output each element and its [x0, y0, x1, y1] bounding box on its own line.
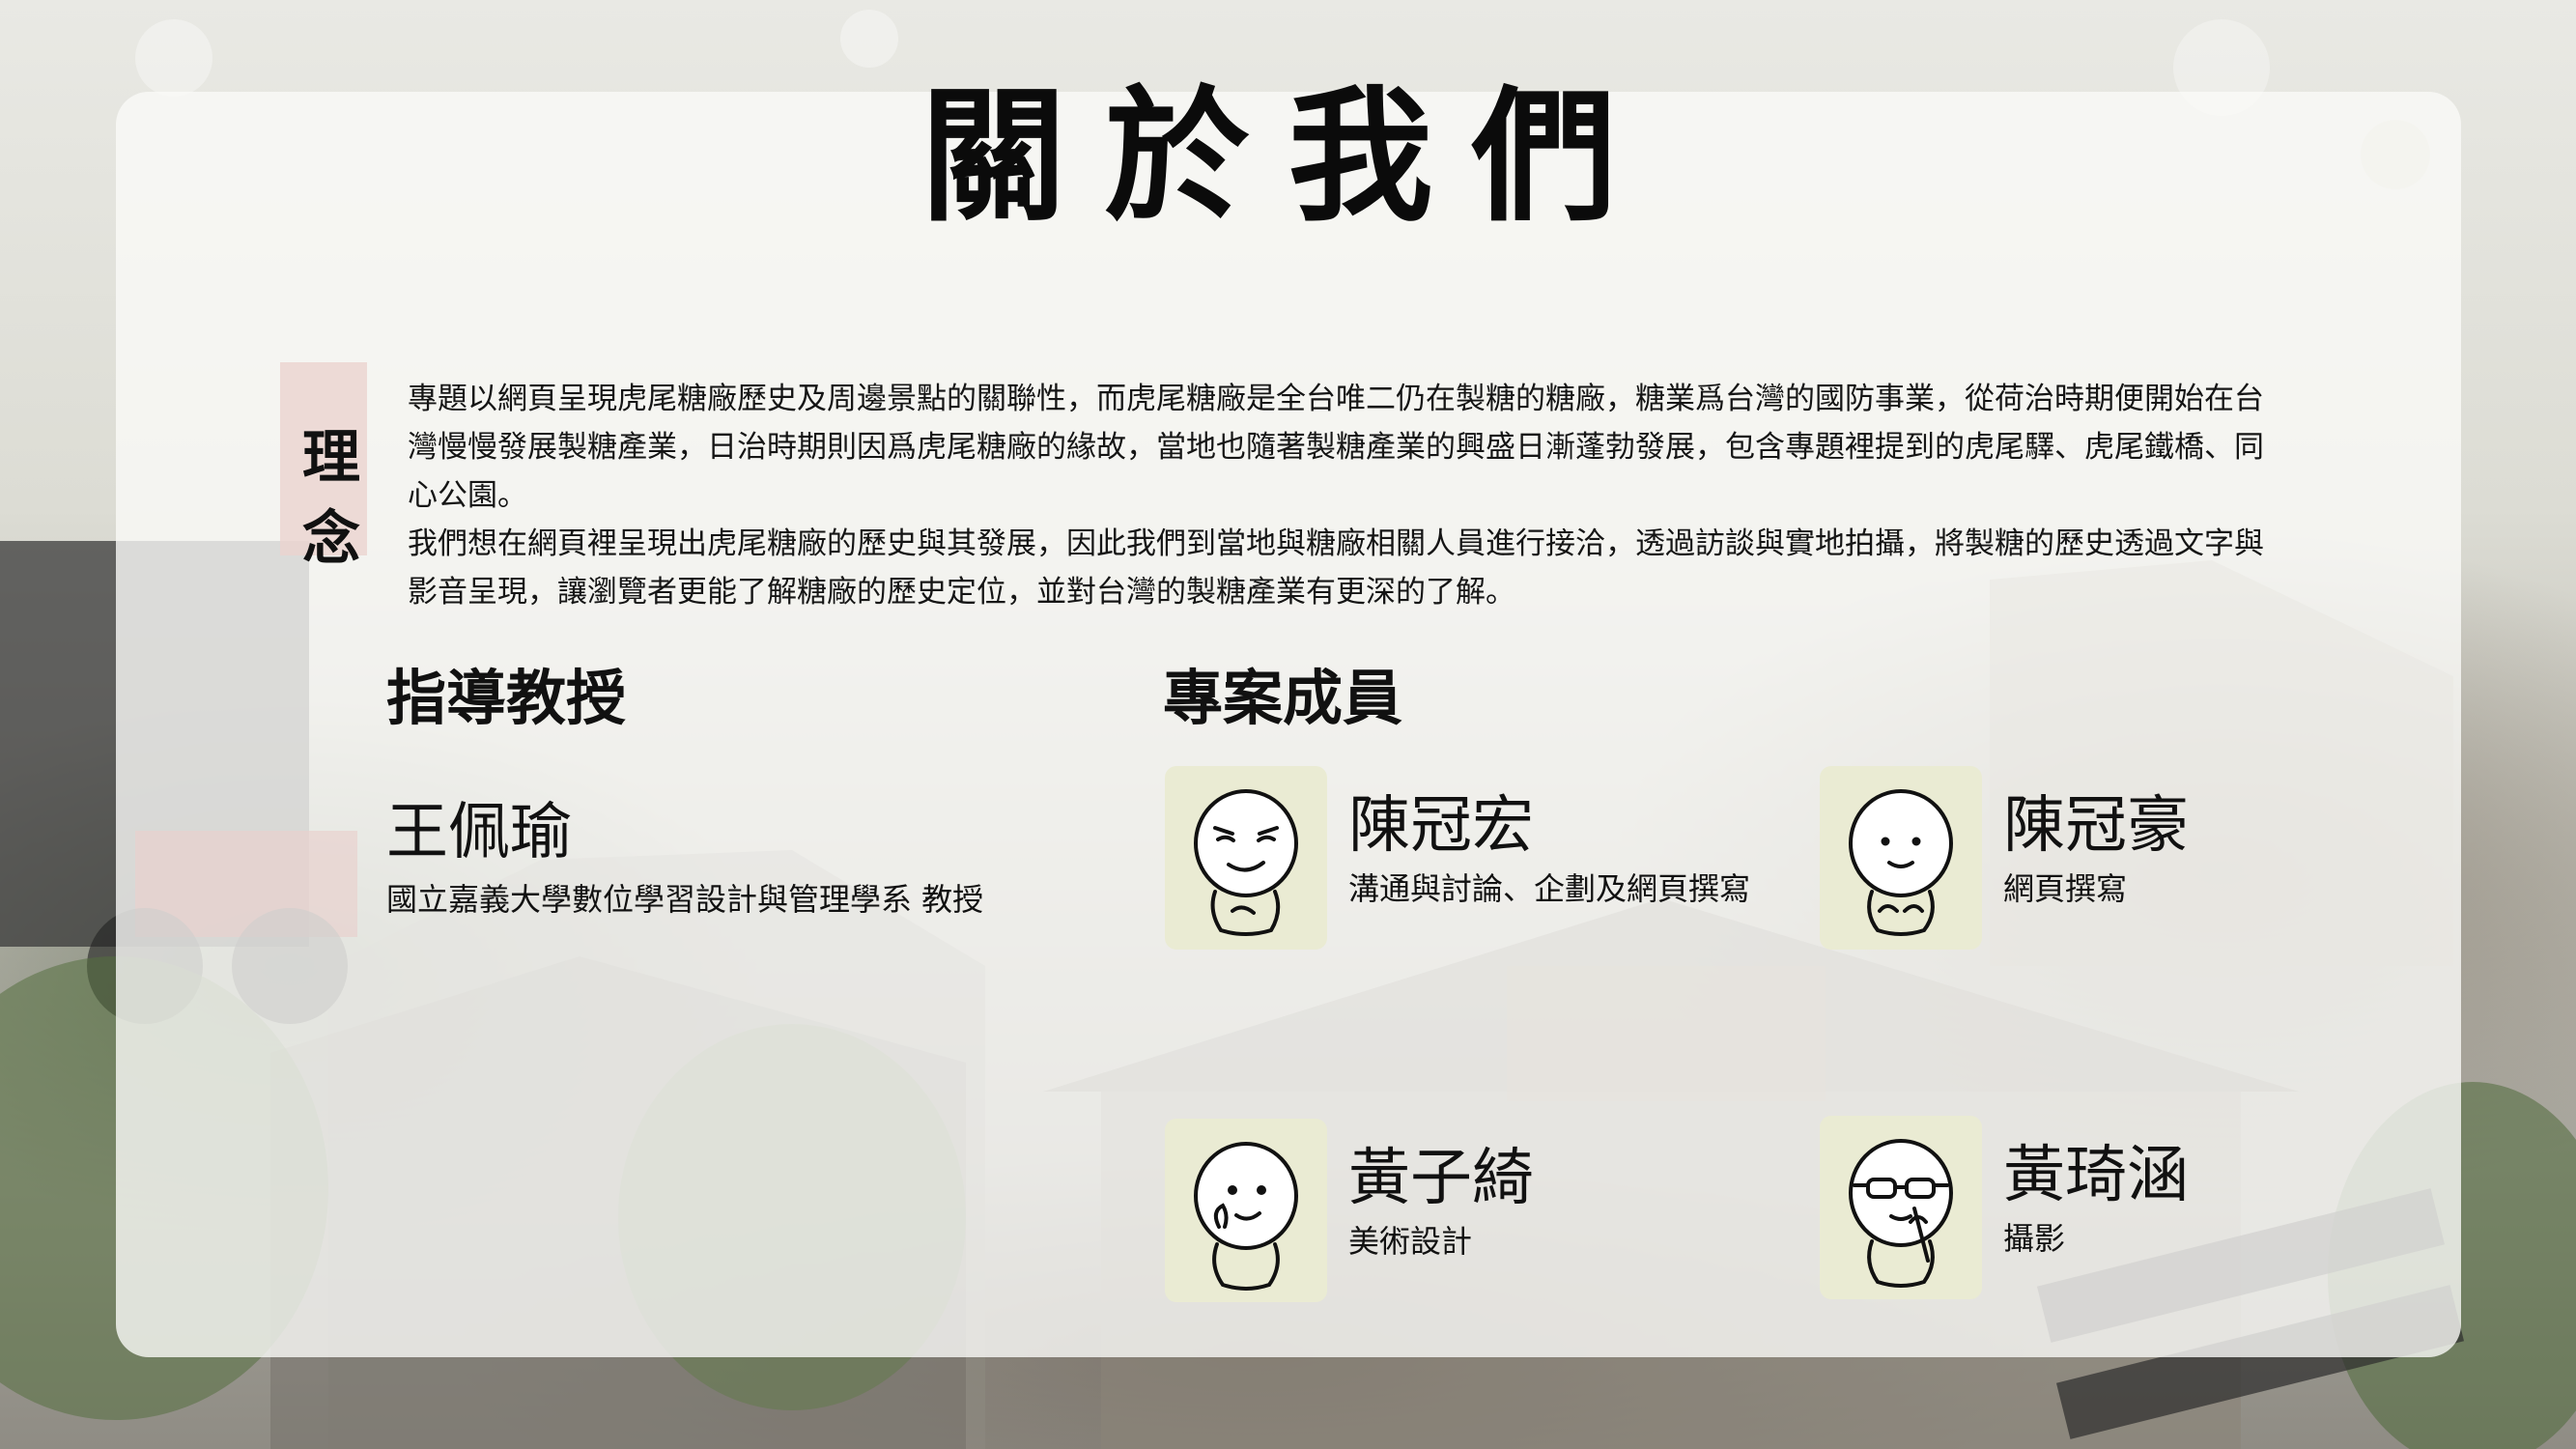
member-name: 陳冠豪	[2003, 790, 2189, 862]
advisor-name: 王佩瑜	[386, 797, 572, 868]
member-role: 美術設計	[1348, 1223, 1473, 1260]
concept-paragraph: 我們想在網頁裡呈現出虎尾糖廠的歷史與其發展，因此我們到當地與糖廠相關人員進行接洽…	[408, 526, 2264, 610]
smirk-face-icon	[1194, 789, 1298, 936]
team-member-card: 陳冠豪 網頁撰寫	[1820, 766, 2496, 954]
member-avatar	[1165, 766, 1327, 950]
concept-text: 專題以網頁呈現虎尾糖廠歷史及周邊景點的關聯性，而虎尾糖廠是全台唯二仍在製糖的糖廠…	[408, 375, 2291, 616]
team-heading: 專案成員	[1163, 663, 1403, 733]
member-avatar	[1820, 1116, 1982, 1299]
member-role: 攝影	[2003, 1220, 2066, 1257]
member-name: 黃子綺	[1348, 1143, 1534, 1214]
team-member-card: 黃琦涵 攝影	[1820, 1116, 2496, 1304]
team-member-card: 陳冠宏 溝通與討論、企劃及網頁撰寫	[1165, 766, 1841, 954]
concept-label: 理念	[302, 424, 360, 573]
thinking-face-icon	[1194, 1142, 1298, 1291]
team-member-card: 黃子綺 美術設計	[1165, 1119, 1841, 1307]
member-name: 陳冠宏	[1348, 790, 1534, 862]
smile-face-icon	[1849, 789, 1953, 936]
page-title: 關於我們	[920, 73, 1656, 242]
member-avatar	[1820, 766, 1982, 950]
advisor-title: 國立嘉義大學數位學習設計與管理學系 教授	[386, 881, 984, 918]
member-avatar	[1165, 1119, 1327, 1302]
concept-paragraph: 專題以網頁呈現虎尾糖廠歷史及周邊景點的關聯性，而虎尾糖廠是全台唯二仍在製糖的糖廠…	[408, 382, 2264, 513]
member-name: 黃琦涵	[2003, 1140, 2189, 1211]
member-role: 溝通與討論、企劃及網頁撰寫	[1348, 870, 1751, 907]
glasses-face-icon	[1849, 1139, 1953, 1288]
advisor-heading: 指導教授	[386, 663, 627, 733]
member-role: 網頁撰寫	[2003, 870, 2128, 907]
